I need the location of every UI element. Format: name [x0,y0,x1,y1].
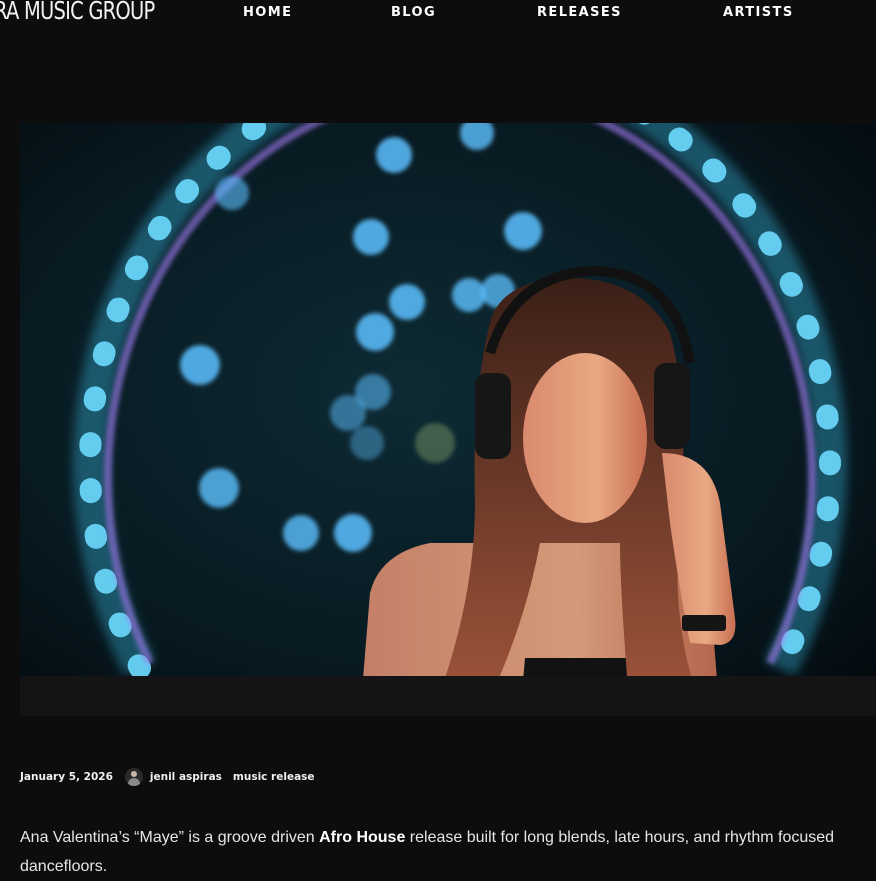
post-author[interactable]: jenil aspiras [150,771,222,783]
site-header: RA MUSIC GROUP HOME BLOG RELEASES ARTIST… [0,0,876,30]
dj-photo [20,123,876,716]
site-logo[interactable]: RA MUSIC GROUP [0,0,155,25]
nav-releases[interactable]: RELEASES [537,5,622,20]
post-meta: January 5, 2026 jenil aspiras music rele… [20,767,620,787]
nav-blog[interactable]: BLOG [391,5,436,20]
post-date[interactable]: January 5, 2026 [20,771,113,783]
nav-home[interactable]: HOME [243,5,292,20]
post-category[interactable]: music release [233,771,315,783]
post-excerpt: Ana Valentina’s “Maye” is a groove drive… [20,823,870,881]
excerpt-text-start: Ana Valentina’s “Maye” is a groove drive… [20,829,320,846]
nav-artists[interactable]: ARTISTS [723,5,794,20]
author-avatar[interactable] [124,768,143,786]
excerpt-genre: Afro House [319,829,406,846]
featured-image [20,123,876,716]
